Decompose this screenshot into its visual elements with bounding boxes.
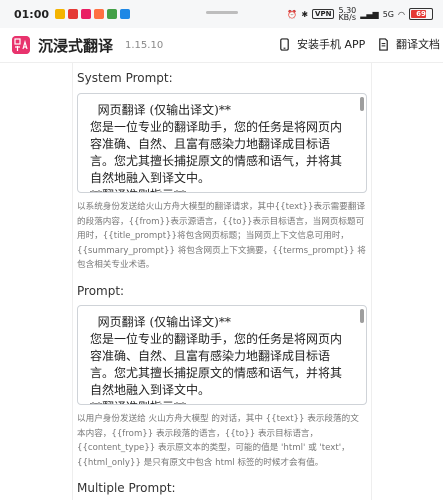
notification-icon: [81, 9, 92, 19]
settings-panel: System Prompt: 网页翻译 (仅输出译文)** 您是一位专业的翻译助…: [72, 62, 372, 500]
system-prompt-scrollbar[interactable]: [360, 97, 364, 111]
battery-percent: 69: [416, 10, 426, 18]
notification-icon: [68, 9, 79, 19]
system-prompt-label: System Prompt:: [77, 71, 173, 85]
network-type: 5G: [382, 9, 395, 19]
app-version: 1.15.10: [125, 39, 164, 51]
bluetooth-icon: ✱: [301, 9, 309, 19]
wifi-icon: ◠: [398, 9, 405, 19]
app-header: 沉浸式翻译 1.15.10 安装手机 APP 翻译文档: [0, 28, 443, 63]
notification-icon: [94, 9, 105, 19]
document-icon: [379, 37, 388, 51]
docs-button[interactable]: 翻译文档: [377, 36, 440, 52]
system-prompt-help: 以系统身份发送给火山方舟大模型的翻译请求，其中{{text}}表示需要翻译的段落…: [77, 202, 366, 270]
prompt-textarea[interactable]: 网页翻译 (仅输出译文)** 您是一位专业的翻译助手，您的任务是将网页内容准确、…: [77, 305, 367, 405]
logo-icon: [12, 36, 30, 54]
system-indicators: ⏰ ✱ VPN 5.30 KB/s ▂▄▆ 5G ◠ 69: [287, 6, 433, 22]
notification-icons: [55, 9, 131, 19]
clock: 01:00: [14, 7, 50, 21]
notification-icon: [55, 9, 66, 19]
system-prompt-textarea[interactable]: 网页翻译 (仅输出译文)** 您是一位专业的翻译助手，您的任务是将网页内容准确、…: [77, 93, 367, 193]
prompt-text: 网页翻译 (仅输出译文)** 您是一位专业的翻译助手，您的任务是将网页内容准确、…: [90, 315, 343, 404]
battery-icon: 69: [409, 8, 433, 20]
vpn-badge: VPN: [312, 9, 335, 19]
install-app-button[interactable]: 安装手机 APP: [278, 36, 365, 52]
multiple-prompt-label: Multiple Prompt:: [77, 481, 176, 495]
docs-label: 翻译文档: [396, 38, 440, 51]
app-title: 沉浸式翻译: [38, 36, 114, 55]
app-logo: [12, 36, 30, 54]
network-speed: 5.30 KB/s: [338, 6, 357, 22]
alarm-icon: ⏰: [287, 9, 298, 19]
system-prompt-text: 网页翻译 (仅输出译文)** 您是一位专业的翻译助手，您的任务是将网页内容准确、…: [90, 103, 343, 192]
signal-icon: ▂▄▆: [360, 9, 379, 19]
notification-icon: [120, 9, 131, 19]
prompt-label: Prompt:: [77, 284, 125, 298]
notification-icon: [107, 9, 118, 19]
status-bar: 01:00 ⏰ ✱ VPN 5.30 KB/s ▂▄▆ 5G ◠ 69: [0, 0, 443, 28]
phone-icon: [280, 37, 289, 51]
drag-handle: [206, 11, 238, 14]
install-app-label: 安装手机 APP: [297, 38, 366, 51]
prompt-help: 以用户身份发送给 火山方舟大模型 的对话，其中 {{text}} 表示段落的文本…: [77, 414, 359, 468]
prompt-scrollbar[interactable]: [360, 309, 364, 323]
